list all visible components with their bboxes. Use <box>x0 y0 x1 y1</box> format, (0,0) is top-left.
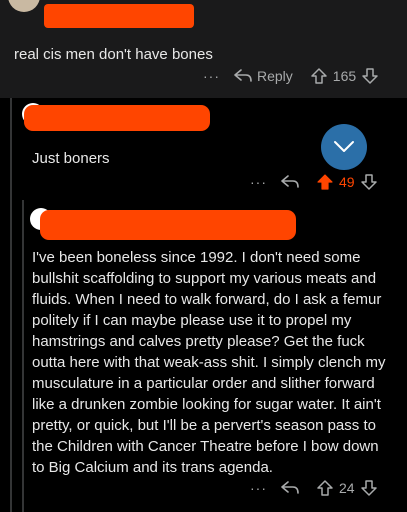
comment-body: real cis men don't have bones <box>14 46 213 63</box>
more-icon[interactable]: ··· <box>203 68 220 84</box>
comment-actions: ··· Reply 165 <box>203 68 378 84</box>
reply-button[interactable]: Reply <box>234 68 293 84</box>
upvote-icon[interactable] <box>311 68 327 84</box>
redacted-username <box>44 4 194 28</box>
downvote-icon[interactable] <box>362 68 378 84</box>
chevron-down-icon <box>334 141 354 152</box>
vote-score: 49 <box>339 174 355 190</box>
reply-arrow-icon <box>234 69 252 82</box>
reply-arrow-icon[interactable] <box>281 175 299 189</box>
comment-body: I've been boneless since 1992. I don't n… <box>32 249 386 476</box>
avatar[interactable] <box>8 0 40 12</box>
downvote-icon[interactable] <box>360 480 377 496</box>
downvote-icon[interactable] <box>360 174 377 190</box>
vote-score: 165 <box>332 68 357 84</box>
thread-line[interactable] <box>22 200 24 512</box>
comment-actions: ··· 24 <box>250 480 377 496</box>
thread-line[interactable] <box>10 98 12 512</box>
vote-score: 24 <box>339 480 355 496</box>
more-icon[interactable]: ··· <box>250 174 267 190</box>
comment-body: Just boners <box>32 150 110 167</box>
more-icon[interactable]: ··· <box>250 480 267 496</box>
comment-actions: ··· 49 <box>250 174 377 190</box>
comment-1: real cis men don't have bones ··· Reply … <box>0 0 407 98</box>
redacted-username <box>40 210 296 240</box>
upvote-icon[interactable] <box>317 174 333 190</box>
redacted-username <box>24 105 210 131</box>
reply-arrow-icon[interactable] <box>281 481 299 495</box>
collapse-button[interactable] <box>321 124 367 170</box>
upvote-icon[interactable] <box>317 480 333 496</box>
